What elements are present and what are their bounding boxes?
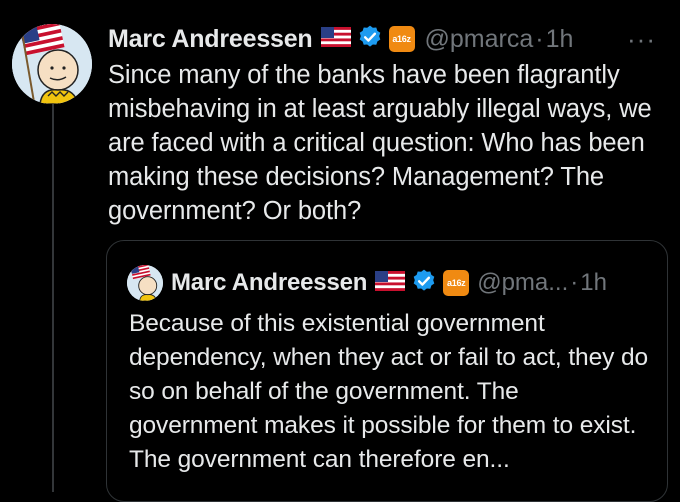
a16z-badge-icon[interactable]: a16z (443, 270, 470, 296)
quoted-tweet-header: Marc Andreessen a16z @pma... · 1h (127, 265, 607, 301)
separator-dot: · (570, 269, 579, 296)
separator-dot: · (535, 24, 544, 53)
more-options-icon[interactable]: ··· (627, 24, 656, 55)
thread-line (52, 96, 54, 492)
author-avatar[interactable] (12, 24, 92, 104)
avatar-image (12, 24, 92, 104)
author-name[interactable]: Marc Andreessen (108, 25, 313, 54)
quoted-tweet[interactable]: Marc Andreessen a16z @pma... · 1h Becaus… (106, 240, 668, 502)
quoted-tweet-text: Because of this existential government d… (129, 310, 649, 473)
tweet-text: Since many of the banks have been flagra… (108, 61, 652, 225)
quoted-author-name[interactable]: Marc Andreessen (171, 269, 367, 297)
tweet-header: Marc Andreessen a16z @pmarca · 1h ··· (108, 22, 656, 56)
us-flag-icon (375, 270, 406, 296)
quoted-author-handle[interactable]: @pma... (477, 269, 568, 297)
quoted-author-avatar[interactable] (127, 265, 163, 301)
quoted-timestamp[interactable]: 1h (580, 269, 607, 297)
author-handle[interactable]: @pmarca (425, 25, 534, 54)
verified-badge-icon[interactable] (357, 24, 383, 55)
a16z-badge-icon[interactable]: a16z (388, 26, 415, 52)
verified-badge-icon[interactable] (411, 268, 437, 299)
timestamp[interactable]: 1h (546, 25, 574, 54)
us-flag-icon (320, 26, 351, 52)
